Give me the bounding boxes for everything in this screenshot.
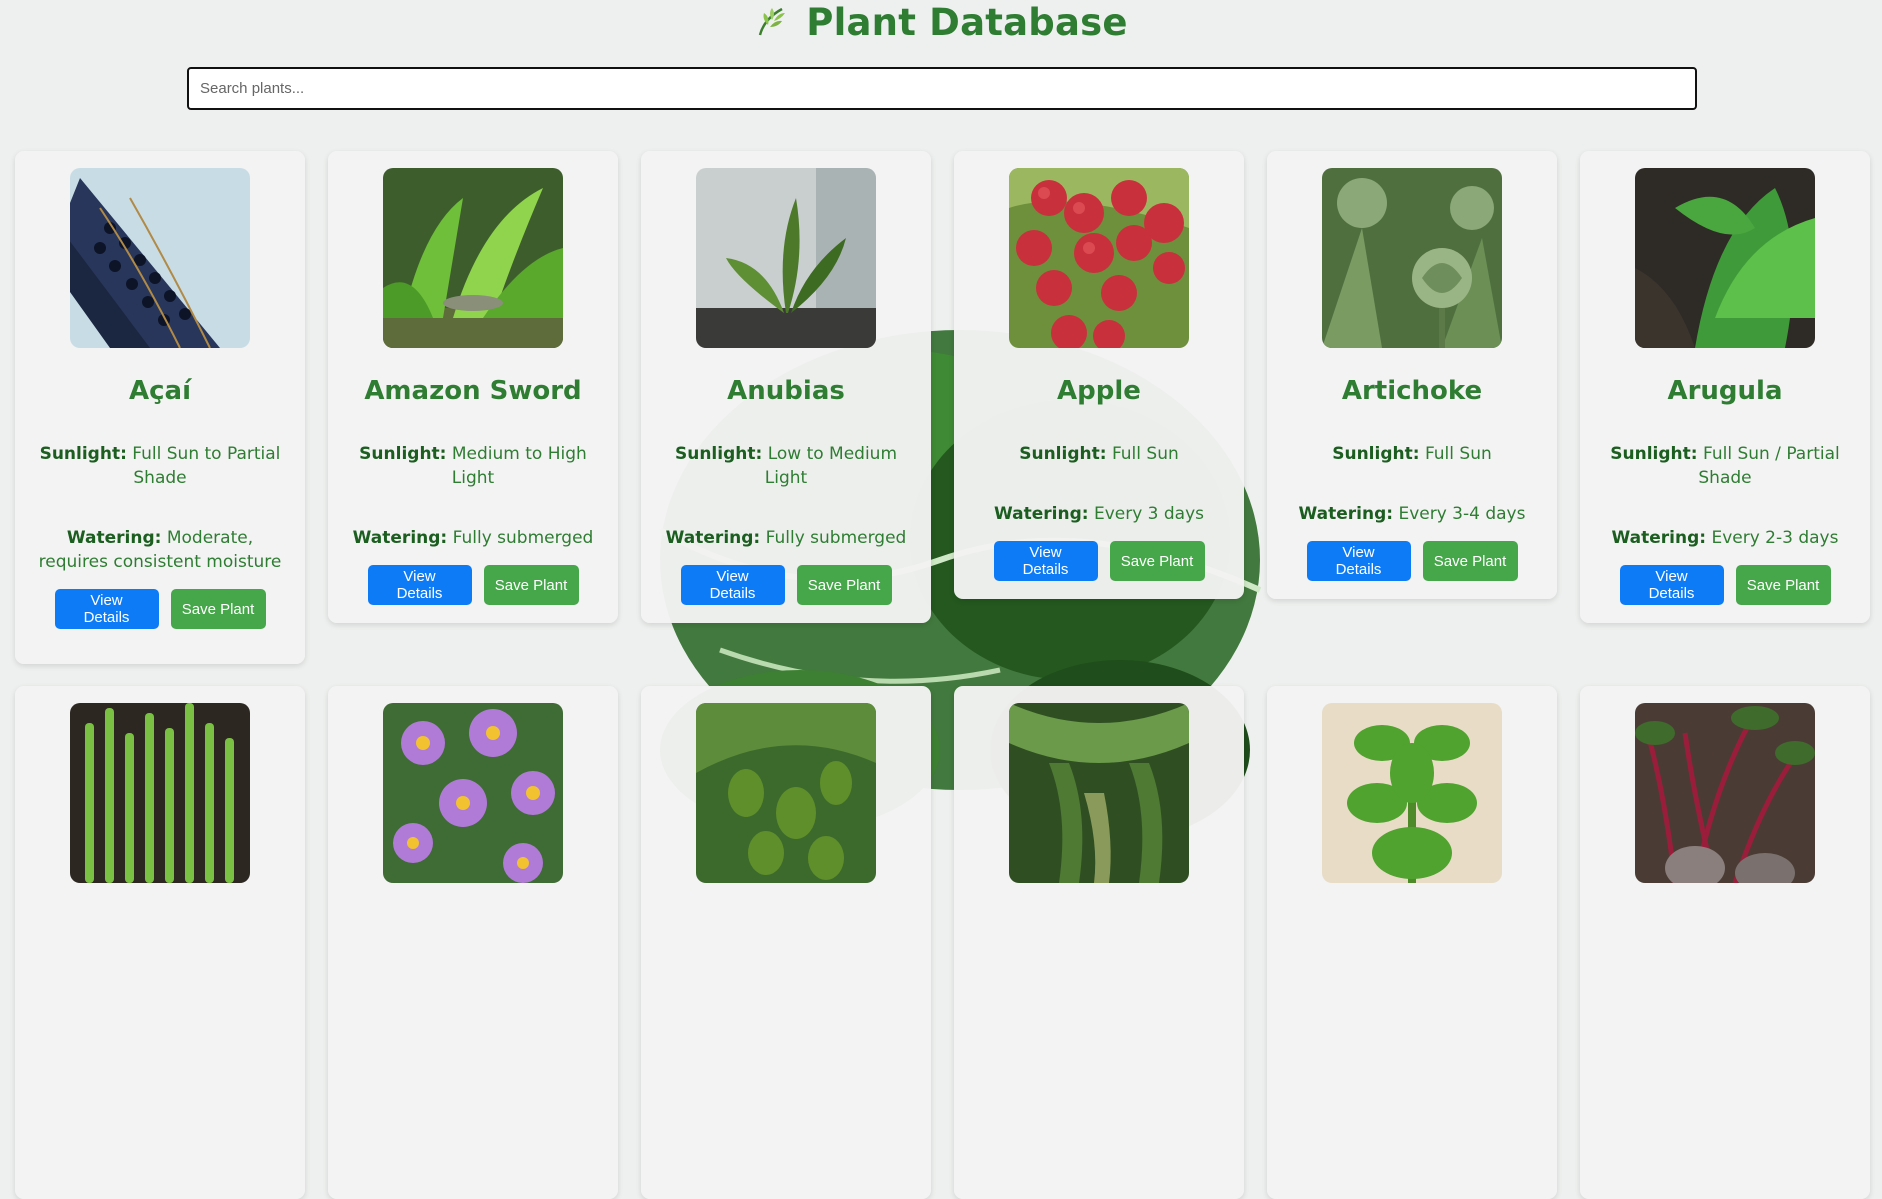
card-actions: View Details Save Plant: [966, 541, 1232, 581]
save-plant-button[interactable]: Save Plant: [796, 565, 892, 605]
page-header: Plant Database: [0, 0, 1882, 44]
beet-photo: [1635, 703, 1815, 883]
watering-value: Every 2-3 days: [1711, 528, 1839, 548]
watering-value: Every 3 days: [1093, 504, 1205, 524]
aster-photo: [383, 703, 563, 883]
sunlight-info: Sunlight: Full Sun to Partial Shade: [33, 442, 287, 490]
plant-card: [1580, 686, 1870, 1199]
save-plant-button[interactable]: Save Plant: [1109, 541, 1205, 581]
view-details-button[interactable]: View Details: [1306, 541, 1411, 581]
search-input[interactable]: [187, 67, 1697, 110]
arugula-photo: [1635, 168, 1815, 348]
plant-card: Arugula Sunlight: Full Sun / Partial Sha…: [1580, 151, 1870, 623]
plant-card: Açaí Sunlight: Full Sun to Partial Shade…: [15, 151, 305, 664]
apple-photo: [1009, 168, 1189, 348]
save-plant-button[interactable]: Save Plant: [1422, 541, 1518, 581]
watering-value: Every 3-4 days: [1398, 504, 1526, 524]
watering-value: Fully submerged: [765, 528, 907, 548]
acai-photo: [70, 168, 250, 348]
sunlight-info: Sunlight: Low to Medium Light: [659, 442, 913, 490]
plant-card: [641, 686, 931, 1199]
view-details-button[interactable]: View Details: [680, 565, 785, 605]
avocado-photo: [696, 703, 876, 883]
sunlight-label: Sunlight:: [674, 444, 763, 464]
banana-photo: [1009, 703, 1189, 883]
sunlight-label: Sunlight:: [1610, 444, 1698, 464]
watering-info: Watering: Fully submerged: [346, 526, 600, 550]
plant-card: [954, 686, 1244, 1199]
watering-info: Watering: Fully submerged: [659, 526, 913, 550]
watering-label: Watering:: [665, 528, 761, 548]
card-actions: View Details Save Plant: [27, 589, 293, 629]
page-title: Plant Database: [806, 0, 1128, 44]
sunlight-label: Sunlight:: [39, 444, 127, 464]
save-plant-button[interactable]: Save Plant: [170, 589, 266, 629]
sunlight-value: Low to Medium Light: [764, 444, 898, 488]
view-details-button[interactable]: View Details: [993, 541, 1098, 581]
watering-label: Watering:: [1298, 504, 1394, 524]
card-actions: View Details Save Plant: [1592, 565, 1858, 605]
sunlight-label: Sunlight:: [1019, 444, 1107, 464]
watering-info: Watering: Every 2-3 days: [1598, 526, 1852, 550]
save-plant-button[interactable]: Save Plant: [483, 565, 579, 605]
plant-grid: Açaí Sunlight: Full Sun to Partial Shade…: [15, 151, 1870, 1199]
sunlight-info: Sunlight: Full Sun / Partial Shade: [1598, 442, 1852, 490]
plant-name: Arugula: [1667, 376, 1783, 406]
watering-label: Watering:: [1611, 528, 1707, 548]
save-plant-button[interactable]: Save Plant: [1735, 565, 1831, 605]
sunlight-info: Sunlight: Full Sun: [972, 442, 1226, 466]
sunlight-value: Full Sun / Partial Shade: [1698, 444, 1840, 488]
basil-photo: [1322, 703, 1502, 883]
plant-card: Artichoke Sunlight: Full Sun Watering: E…: [1267, 151, 1557, 599]
watering-info: Watering: Every 3-4 days: [1285, 502, 1539, 526]
sunlight-info: Sunlight: Medium to High Light: [346, 442, 600, 490]
plant-card: [1267, 686, 1557, 1199]
anubias-photo: [696, 168, 876, 348]
asparagus-photo: [70, 703, 250, 883]
plant-card: Apple Sunlight: Full Sun Watering: Every…: [954, 151, 1244, 599]
plant-name: Apple: [1057, 376, 1141, 406]
card-actions: View Details Save Plant: [653, 565, 919, 605]
plant-name: Artichoke: [1341, 376, 1483, 406]
sunlight-label: Sunlight:: [359, 444, 447, 464]
plant-name: Anubias: [727, 376, 845, 406]
watering-label: Watering:: [66, 528, 162, 548]
sunlight-value: Full Sun to Partial Shade: [132, 444, 281, 488]
card-actions: View Details Save Plant: [1279, 541, 1545, 581]
card-actions: View Details Save Plant: [340, 565, 606, 605]
sunlight-value: Medium to High Light: [451, 444, 587, 488]
artichoke-photo: [1322, 168, 1502, 348]
search-bar: [187, 67, 1697, 110]
view-details-button[interactable]: View Details: [1619, 565, 1724, 605]
plant-card: [15, 686, 305, 1199]
plant-card: Amazon Sword Sunlight: Medium to High Li…: [328, 151, 618, 623]
plant-card: Anubias Sunlight: Low to Medium Light Wa…: [641, 151, 931, 623]
plant-name: Açaí: [129, 376, 191, 406]
watering-label: Watering:: [993, 504, 1089, 524]
view-details-button[interactable]: View Details: [367, 565, 472, 605]
plant-card: [328, 686, 618, 1199]
sunlight-value: Full Sun: [1111, 444, 1179, 464]
watering-label: Watering:: [352, 528, 448, 548]
watering-value: Fully submerged: [452, 528, 594, 548]
sunlight-value: Full Sun: [1424, 444, 1492, 464]
sunlight-label: Sunlight:: [1332, 444, 1420, 464]
view-details-button[interactable]: View Details: [54, 589, 159, 629]
watering-info: Watering: Moderate, requires consistent …: [33, 526, 287, 574]
leaf-icon: [759, 7, 786, 36]
plant-name: Amazon Sword: [364, 376, 582, 406]
sunlight-info: Sunlight: Full Sun: [1285, 442, 1539, 466]
amazon-sword-photo: [383, 168, 563, 348]
watering-info: Watering: Every 3 days: [972, 502, 1226, 526]
